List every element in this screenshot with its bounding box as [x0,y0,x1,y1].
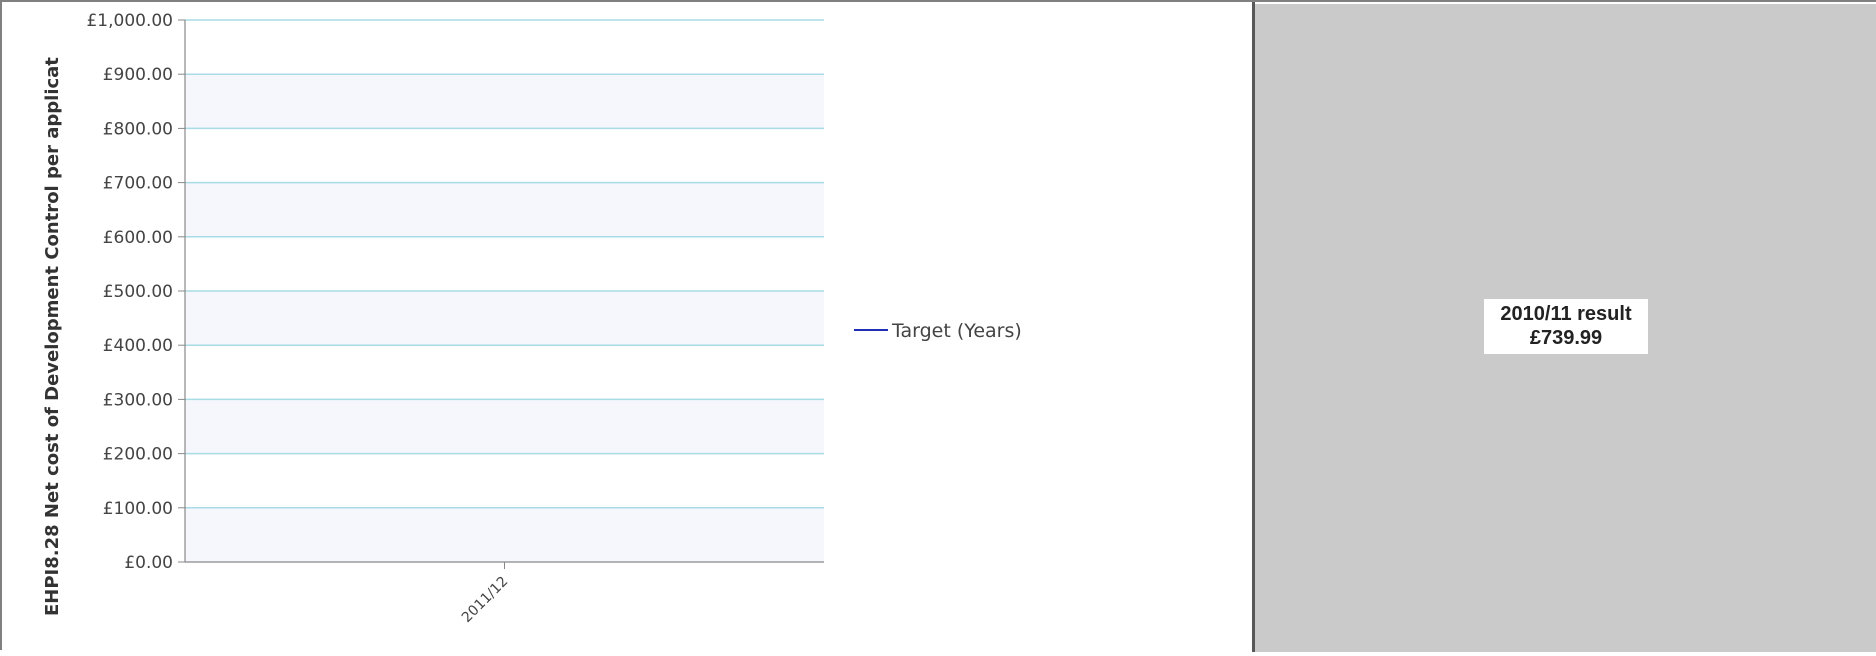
chart-svg: £0.00 £100.00 £200.00 £300.00 £400.00 £500.00… [42,11,1022,626]
y-tick-label: £500.00 [103,282,173,302]
y-tick-label: £0.00 [124,553,173,573]
legend: Target (Years) [854,320,1022,342]
background-band [185,507,824,562]
y-tick-label: £300.00 [103,390,173,410]
y-tick-label: £100.00 [103,499,173,519]
background-band [185,399,824,454]
y-tick-label: £800.00 [103,119,173,139]
background-band [185,291,824,346]
y-tick-label: £400.00 [103,336,173,356]
y-tick-label: £900.00 [103,65,173,85]
y-axis-label: EHPI8.28 Net cost of Development Control… [42,57,63,616]
result-value: £739.99 [1529,327,1603,349]
x-tick-label: 2011/12 [459,574,511,626]
result-title: 2010/11 result [1500,303,1632,325]
chart-panel: £0.00 £100.00 £200.00 £300.00 £400.00 £500.00… [12,4,1252,652]
background-band [185,182,824,237]
y-tick-label: £700.00 [103,174,173,194]
y-tick-label: £200.00 [103,445,173,465]
page-frame: £0.00 £100.00 £200.00 £300.00 £400.00 £500.00… [0,0,1876,652]
legend-label-target: Target (Years) [891,320,1022,342]
y-tick-label: £600.00 [103,228,173,248]
background-bands [185,74,824,562]
result-box: 2010/11 result £739.99 [1484,299,1648,354]
x-ticks: 2011/12 [459,562,511,626]
background-band [185,74,824,129]
y-ticks: £0.00 £100.00 £200.00 £300.00 £400.00 £500.00… [86,11,185,573]
result-panel: 2010/11 result £739.99 [1255,4,1876,652]
y-tick-label: £1,000.00 [86,11,173,31]
